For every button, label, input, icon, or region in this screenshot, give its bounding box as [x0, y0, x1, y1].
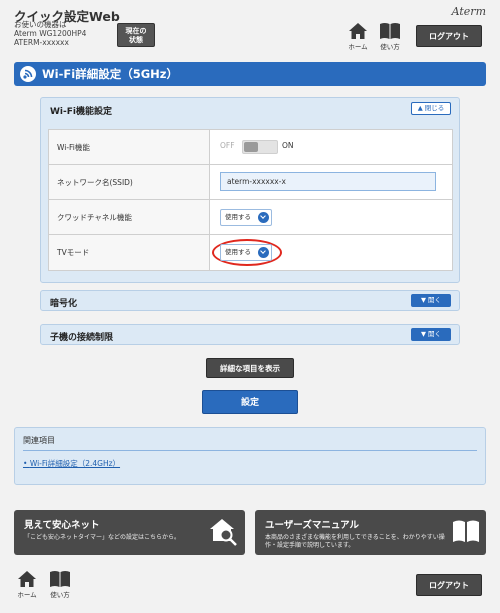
logout-button[interactable]: ログアウト [416, 25, 482, 47]
home-label: ホーム [348, 43, 368, 51]
wifi-icon [20, 66, 36, 82]
home-link[interactable]: ホーム [343, 22, 373, 51]
encryption-section[interactable]: 暗号化 ▼ 開く [40, 290, 460, 311]
chevron-down-icon [258, 247, 269, 258]
divider [23, 450, 477, 451]
switch-off-label: OFF [220, 141, 235, 150]
quad-channel-label: クワッドチャネル機能 [57, 213, 132, 222]
page-title: Wi-Fi詳細設定（5GHz） [42, 67, 178, 81]
show-detail-button[interactable]: 詳細な項目を表示 [206, 358, 294, 378]
tv-mode-label: TVモード [57, 248, 90, 257]
book-icon [50, 571, 70, 587]
footer-manual-label: 使い方 [50, 591, 70, 599]
ssid-label: ネットワーク名(SSID) [57, 178, 133, 187]
home-icon [349, 23, 367, 39]
promo-left-title: 見えて安心ネット [24, 520, 100, 531]
ssid-input[interactable] [220, 172, 436, 191]
close-section-button[interactable]: ▲ 閉じる [411, 102, 451, 115]
tv-mode-value: 使用する [225, 248, 251, 256]
apply-button[interactable]: 設定 [202, 390, 298, 414]
chevron-up-icon: ▲ [417, 104, 423, 112]
encryption-title: 暗号化 [50, 299, 78, 309]
current-status-button[interactable]: 現在の 状態 [117, 23, 155, 47]
open-client-limit-button[interactable]: ▼ 開く [411, 328, 451, 341]
wifi-function-label: Wi-Fi機能 [57, 143, 90, 152]
open-label: 開く [428, 330, 442, 338]
bullet-icon: • [23, 459, 30, 468]
brand-logo: Aterm [451, 5, 486, 18]
chevron-down-icon: ▼ [420, 296, 426, 304]
promo-right-title: ユーザーズマニュアル [265, 520, 360, 531]
device-info-line: お使いの機器は [14, 20, 67, 29]
quad-channel-value: 使用する [225, 213, 251, 221]
close-label: 閉じる [424, 104, 445, 112]
footer: ホーム 使い方 ログアウト [0, 566, 500, 613]
open-encryption-button[interactable]: ▼ 開く [411, 294, 451, 307]
table-row: ネットワーク名(SSID) [49, 165, 452, 200]
promo-left-desc: 「こども安心ネットタイマー」などの設定はこちらから。 [24, 534, 181, 541]
switch-knob[interactable] [244, 142, 258, 152]
table-row: Wi-Fi機能 OFF ON [49, 130, 452, 165]
users-manual-banner[interactable]: ユーザーズマニュアル 本商品のさまざまな機能を利用してできることを、わかりやすい… [255, 510, 486, 555]
switch-on-label: ON [282, 141, 294, 150]
book-icon [380, 23, 400, 39]
related-title: 関連項目 [23, 436, 55, 445]
table-row: TVモード 使用する [49, 235, 452, 270]
home-search-icon [210, 519, 237, 546]
client-limit-title: 子機の接続制限 [50, 333, 114, 343]
client-limit-section[interactable]: 子機の接続制限 ▼ 開く [40, 324, 460, 345]
manual-label: 使い方 [380, 43, 400, 51]
status-button-line2: 状態 [129, 36, 143, 44]
open-label: 開く [428, 296, 442, 304]
status-button-line1: 現在の [125, 27, 147, 35]
header: クイック設定Web お使いの機器は Aterm WG1200HP4 ATERM-… [0, 0, 500, 54]
wifi-toggle-switch[interactable]: OFF ON [220, 140, 300, 154]
related-link-text: Wi-Fi詳細設定（2.4GHz） [29, 459, 121, 468]
switch-track[interactable] [242, 140, 278, 154]
footer-logout-button[interactable]: ログアウト [416, 574, 482, 596]
quad-channel-select[interactable]: 使用する [220, 209, 272, 226]
wifi-function-title: Wi-Fi機能設定 [50, 107, 112, 117]
footer-home-link[interactable]: ホーム [12, 570, 42, 599]
table-row: クワッドチャネル機能 使用する [49, 200, 452, 235]
promo-right-desc: 本商品のさまざまな機能を利用してできることを、わかりやすい操作・設定手順で説明し… [265, 534, 445, 549]
manual-link[interactable]: 使い方 [375, 22, 405, 51]
device-model: Aterm WG1200HP4 [14, 29, 87, 38]
chevron-down-icon [258, 212, 269, 223]
book-icon [453, 520, 479, 542]
tv-mode-select[interactable]: 使用する [220, 244, 272, 261]
chevron-down-icon: ▼ [420, 330, 426, 338]
footer-manual-link[interactable]: 使い方 [45, 570, 75, 599]
related-link-24ghz[interactable]: • Wi-Fi詳細設定（2.4GHz） [23, 458, 120, 469]
device-name: ATERM-xxxxxx [14, 38, 69, 47]
mieru-anshin-banner[interactable]: 見えて安心ネット 「こども安心ネットタイマー」などの設定はこちらから。 [14, 510, 245, 555]
page-title-bar: Wi-Fi詳細設定（5GHz） [14, 62, 486, 86]
wifi-settings-table: Wi-Fi機能 OFF ON ネットワーク名(SSID) クワッドチャネル機能 … [48, 129, 453, 271]
related-items-panel: 関連項目 • Wi-Fi詳細設定（2.4GHz） [14, 427, 486, 485]
footer-home-label: ホーム [17, 591, 37, 599]
home-icon [18, 571, 36, 587]
